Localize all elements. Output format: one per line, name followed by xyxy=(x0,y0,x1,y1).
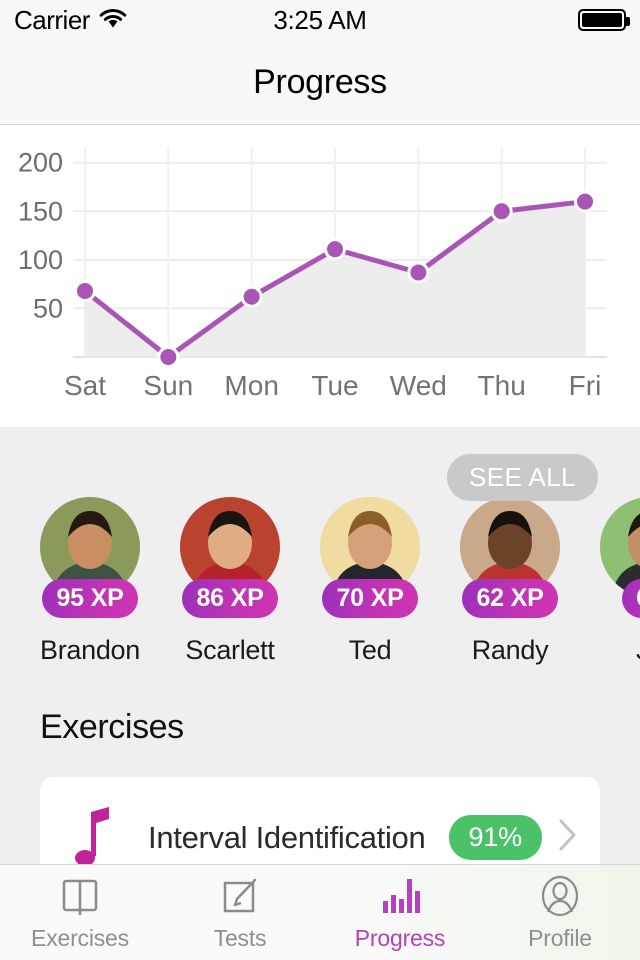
tab-bar[interactable]: Exercises Tests Progress Profile xyxy=(0,864,640,960)
chart-y-tick-label: 200 xyxy=(18,148,63,178)
friend-item[interactable]: 62 XP Randy xyxy=(460,497,560,666)
chart-data-point[interactable] xyxy=(410,264,427,281)
see-all-button[interactable]: SEE ALL xyxy=(447,454,598,501)
friend-name: Ju xyxy=(636,635,640,666)
friend-xp-badge: 86 XP xyxy=(182,579,278,618)
friend-xp-badge: 62 XP xyxy=(462,579,558,618)
friend-xp-badge: 70 XP xyxy=(322,579,418,618)
chevron-right-icon[interactable] xyxy=(558,818,578,857)
progress-chart-card: 50 100 150 200 Sat Sun Mon Tue Wed Thu Fri xyxy=(0,125,640,427)
chart-data-point[interactable] xyxy=(160,349,177,365)
tab-label: Profile xyxy=(528,925,592,951)
page-title: Progress xyxy=(253,62,387,101)
app-root: Carrier 3:25 AM Progress 50 100 150 200 Sat S… xyxy=(0,0,640,960)
chart-y-tick-label: 100 xyxy=(18,245,63,275)
chart-data-point[interactable] xyxy=(77,282,93,299)
exercise-title-wrap: Interval Identification xyxy=(128,819,449,856)
chart-x-tick-label: Mon xyxy=(224,370,278,401)
exercise-score-badge: 91% xyxy=(448,814,542,860)
book-icon xyxy=(57,873,103,919)
friend-name: Randy xyxy=(471,635,549,665)
friends-leaderboard-section: SEE ALL 95 XP Brandon 86 XP Scarlett 70 XP Te… xyxy=(0,427,640,690)
chart-x-tick-label: Fri xyxy=(569,370,602,401)
person-icon xyxy=(537,873,583,919)
tab-item-tests[interactable]: Tests xyxy=(160,865,320,960)
exercises-heading: Exercises xyxy=(40,708,184,746)
chart-data-point[interactable] xyxy=(577,193,593,210)
friend-name: Brandon xyxy=(40,635,140,665)
friend-item[interactable]: 86 XP Scarlett xyxy=(180,497,280,666)
pencil-note-icon xyxy=(217,873,263,919)
chart-y-tick-label: 50 xyxy=(33,293,63,323)
battery-fill xyxy=(582,13,622,27)
status-bar-left: Carrier xyxy=(0,5,128,36)
friend-item[interactable]: 95 XP Brandon xyxy=(40,497,140,666)
friend-xp-badge: 95 XP xyxy=(42,579,138,618)
chart-x-tick-label: Tue xyxy=(311,370,358,401)
chart-x-tick-label: Sun xyxy=(143,370,193,401)
chart-data-point[interactable] xyxy=(493,203,510,220)
exercise-title: Interval Identification xyxy=(148,819,426,855)
tab-item-progress[interactable]: Progress xyxy=(320,865,480,960)
status-bar-right xyxy=(578,9,640,31)
carrier-label: Carrier xyxy=(14,4,90,35)
tab-item-exercises[interactable]: Exercises xyxy=(0,865,160,960)
chart-data-point[interactable] xyxy=(327,241,343,258)
tab-label: Exercises xyxy=(31,925,129,951)
tab-label: Progress xyxy=(354,925,446,951)
navigation-bar: Progress xyxy=(0,40,640,125)
chart-x-tick-label: Thu xyxy=(478,370,526,401)
status-bar: Carrier 3:25 AM xyxy=(0,0,640,40)
bar-chart-icon xyxy=(377,873,423,919)
music-note-icon xyxy=(62,806,128,868)
friend-name: Scarlett xyxy=(185,635,275,665)
chart-x-tick-label: Wed xyxy=(390,370,447,401)
tab-item-profile[interactable]: Profile xyxy=(480,865,640,960)
friend-item[interactable]: 61Ju xyxy=(600,497,640,666)
chart-x-tick-label: Sat xyxy=(64,370,106,401)
chart-data-point[interactable] xyxy=(243,288,260,305)
friend-item[interactable]: 70 XP Ted xyxy=(320,497,420,666)
wifi-icon xyxy=(98,7,128,34)
friend-name: Ted xyxy=(348,635,392,665)
battery-icon xyxy=(578,9,630,31)
friends-list[interactable]: 95 XP Brandon 86 XP Scarlett 70 XP Ted 62 XP Ra… xyxy=(40,497,640,666)
tab-label: Tests xyxy=(213,925,267,951)
chart-y-tick-label: 150 xyxy=(18,196,63,226)
progress-line-chart[interactable]: 50 100 150 200 Sat Sun Mon Tue Wed Thu Fri xyxy=(0,125,640,427)
